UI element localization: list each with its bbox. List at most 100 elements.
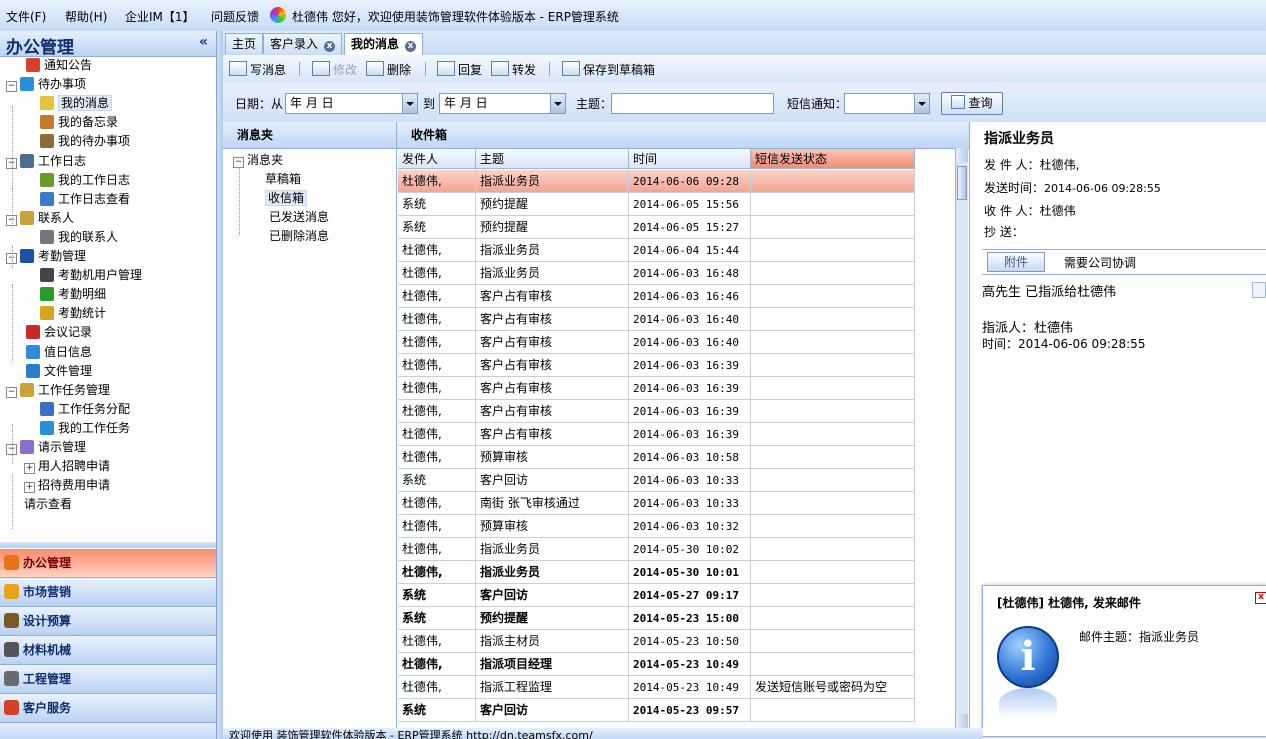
nav-button-1[interactable]: 市场营销 [0, 578, 216, 607]
expand-icon[interactable]: + [24, 463, 35, 475]
nav-button-5[interactable]: 客户服务 [0, 694, 216, 723]
tree-item-4[interactable]: 我的待办事项 [40, 132, 130, 151]
folder-root[interactable]: − 消息夹 [233, 151, 283, 170]
tree-item-22[interactable]: + 招待费用申请 [24, 476, 110, 495]
tree-item-3[interactable]: 我的备忘录 [40, 113, 118, 132]
table-row[interactable]: 系统 预约提醒 2014-06-05 15:56 [398, 193, 915, 216]
tree-item-7[interactable]: 工作日志查看 [40, 190, 130, 209]
chevron-down-icon[interactable] [402, 94, 417, 113]
close-icon[interactable]: x [405, 41, 417, 52]
collapse-icon[interactable]: − [6, 81, 17, 93]
menu-file[interactable]: 文件(F) [6, 8, 46, 25]
menu-feedback[interactable]: 问题反馈 [211, 8, 259, 25]
collapse-icon[interactable]: − [6, 386, 17, 398]
table-row[interactable]: 杜德伟, 客户占有审核 2014-06-03 16:39 [398, 400, 915, 423]
table-row[interactable]: 杜德伟, 指派业务员 2014-05-30 10:02 [398, 538, 915, 561]
table-row[interactable]: 杜德伟, 指派业务员 2014-05-30 10:01 [398, 561, 915, 584]
tree-item-12[interactable]: 考勤明细 [40, 285, 106, 304]
tab-home[interactable]: 主页 [225, 33, 264, 54]
close-icon[interactable]: x [1255, 592, 1266, 604]
table-row[interactable]: 杜德伟, 预算审核 2014-06-03 10:32 [398, 515, 915, 538]
table-row[interactable]: 杜德伟, 指派工程监理 2014-05-23 10:49 发送短信账号或密码为空 [398, 676, 915, 699]
panel-divider[interactable] [0, 542, 216, 548]
table-row[interactable]: 杜德伟, 南街 张飞审核通过 2014-06-03 10:33 [398, 492, 915, 515]
query-button[interactable]: 查询 [941, 92, 1003, 115]
tree-item-17[interactable]: − 工作任务管理 [6, 381, 110, 400]
nav-button-4[interactable]: 工程管理 [0, 665, 216, 694]
menu-im[interactable]: 企业IM【1】 [125, 8, 195, 25]
attachment-button[interactable]: 附件 [987, 252, 1045, 272]
tree-item-19[interactable]: 我的工作任务 [40, 419, 130, 438]
table-row[interactable]: 杜德伟, 客户占有审核 2014-06-03 16:39 [398, 354, 915, 377]
forward-button[interactable]: 转发 [491, 61, 536, 78]
scroll-up-icon[interactable] [956, 148, 968, 162]
menu-help[interactable]: 帮助(H) [65, 8, 107, 25]
tree-item-5[interactable]: − 工作日志 [6, 152, 86, 171]
tree-item-10[interactable]: − 考勤管理 [6, 247, 86, 266]
table-row[interactable]: 杜德伟, 指派主材员 2014-05-23 10:50 [398, 630, 915, 653]
tree-item-2[interactable]: 我的消息 [40, 94, 113, 113]
tree-item-6[interactable]: 我的工作日志 [40, 171, 130, 190]
reply-button[interactable]: 回复 [437, 61, 482, 78]
chevron-down-icon[interactable] [550, 94, 565, 113]
grid-scrollbar[interactable] [955, 148, 968, 728]
table-row[interactable]: 杜德伟, 指派业务员 2014-06-03 16:48 [398, 262, 915, 285]
edit-button[interactable]: 修改 [312, 61, 357, 78]
tree-item-9[interactable]: 我的联系人 [40, 228, 118, 247]
scroll-up-icon[interactable] [1252, 282, 1266, 298]
tree-item-21[interactable]: + 用人招聘申请 [24, 457, 110, 476]
table-row[interactable]: 系统 预约提醒 2014-05-23 15:00 [398, 607, 915, 630]
folder-inbox[interactable]: 收信箱 [265, 189, 308, 208]
folder-sent[interactable]: 已发送消息 [269, 208, 329, 227]
nav-button-2[interactable]: 设计预算 [0, 607, 216, 636]
table-row[interactable]: 系统 客户回访 2014-05-23 09:57 [398, 699, 915, 722]
tree-item-1[interactable]: − 待办事项 [6, 75, 86, 94]
chevron-down-icon[interactable] [914, 94, 929, 113]
tree-item-11[interactable]: 考勤机用户管理 [40, 266, 142, 285]
collapse-icon[interactable]: « [199, 34, 208, 50]
tree-item-18[interactable]: 工作任务分配 [40, 400, 130, 419]
table-row[interactable]: 系统 客户回访 2014-06-03 10:33 [398, 469, 915, 492]
scroll-thumb[interactable] [957, 166, 967, 200]
table-row[interactable]: 杜德伟, 客户占有审核 2014-06-03 16:39 [398, 377, 915, 400]
column-header-subject[interactable]: 主题 [476, 149, 629, 169]
close-icon[interactable]: x [324, 41, 336, 52]
table-row[interactable]: 杜德伟, 指派项目经理 2014-05-23 10:49 [398, 653, 915, 676]
tree-item-8[interactable]: − 联系人 [6, 209, 74, 228]
table-row[interactable]: 系统 预约提醒 2014-06-05 15:27 [398, 216, 915, 239]
nav-button-3[interactable]: 材料机械 [0, 636, 216, 665]
tree-item-0[interactable]: 通知公告 [26, 56, 92, 75]
table-row[interactable]: 杜德伟, 客户占有审核 2014-06-03 16:39 [398, 423, 915, 446]
scroll-down-icon[interactable] [956, 714, 968, 728]
save-draft-button[interactable]: 保存到草稿箱 [562, 61, 655, 78]
table-row[interactable]: 杜德伟, 指派业务员 2014-06-06 09:28 [398, 170, 915, 193]
delete-button[interactable]: 删除 [366, 61, 411, 78]
sms-select[interactable] [844, 93, 930, 114]
table-row[interactable]: 杜德伟, 预算审核 2014-06-03 10:58 [398, 446, 915, 469]
tree-item-20[interactable]: − 请示管理 [6, 438, 86, 457]
write-message-button[interactable]: 写消息 [229, 61, 286, 78]
date-to-picker[interactable]: 年 月 日 [439, 93, 566, 114]
tab-my-messages[interactable]: 我的消息 x [344, 33, 424, 55]
nav-button-0[interactable]: 办公管理 [0, 549, 216, 578]
table-row[interactable]: 杜德伟, 指派业务员 2014-06-04 15:44 [398, 239, 915, 262]
tab-customer-entry[interactable]: 客户录入 x [263, 33, 343, 54]
tree-item-15[interactable]: 值日信息 [26, 343, 92, 362]
folder-drafts[interactable]: 草稿箱 [265, 170, 301, 189]
table-row[interactable]: 杜德伟, 客户占有审核 2014-06-03 16:46 [398, 285, 915, 308]
popup-subject[interactable]: 邮件主题：指派业务员 [1079, 628, 1199, 645]
column-header-sender[interactable]: 发件人 [398, 149, 476, 169]
table-row[interactable]: 系统 客户回访 2014-05-27 09:17 [398, 584, 915, 607]
tree-item-16[interactable]: 文件管理 [26, 362, 92, 381]
date-from-picker[interactable]: 年 月 日 [285, 93, 418, 114]
expand-icon[interactable]: + [24, 482, 35, 494]
subject-input[interactable] [611, 93, 774, 114]
tree-item-13[interactable]: 考勤统计 [40, 304, 106, 323]
table-row[interactable]: 杜德伟, 客户占有审核 2014-06-03 16:40 [398, 331, 915, 354]
table-row[interactable]: 杜德伟, 客户占有审核 2014-06-03 16:40 [398, 308, 915, 331]
notification-popup[interactable]: [杜德伟] 杜德伟, 发来邮件 x i 邮件主题：指派业务员 [982, 585, 1266, 737]
column-header-sms-status[interactable]: 短信发送状态 [751, 149, 915, 169]
tree-item-23[interactable]: 请示查看 [24, 495, 72, 514]
tree-item-14[interactable]: 会议记录 [26, 323, 92, 342]
column-header-time[interactable]: 时间 [629, 149, 751, 169]
